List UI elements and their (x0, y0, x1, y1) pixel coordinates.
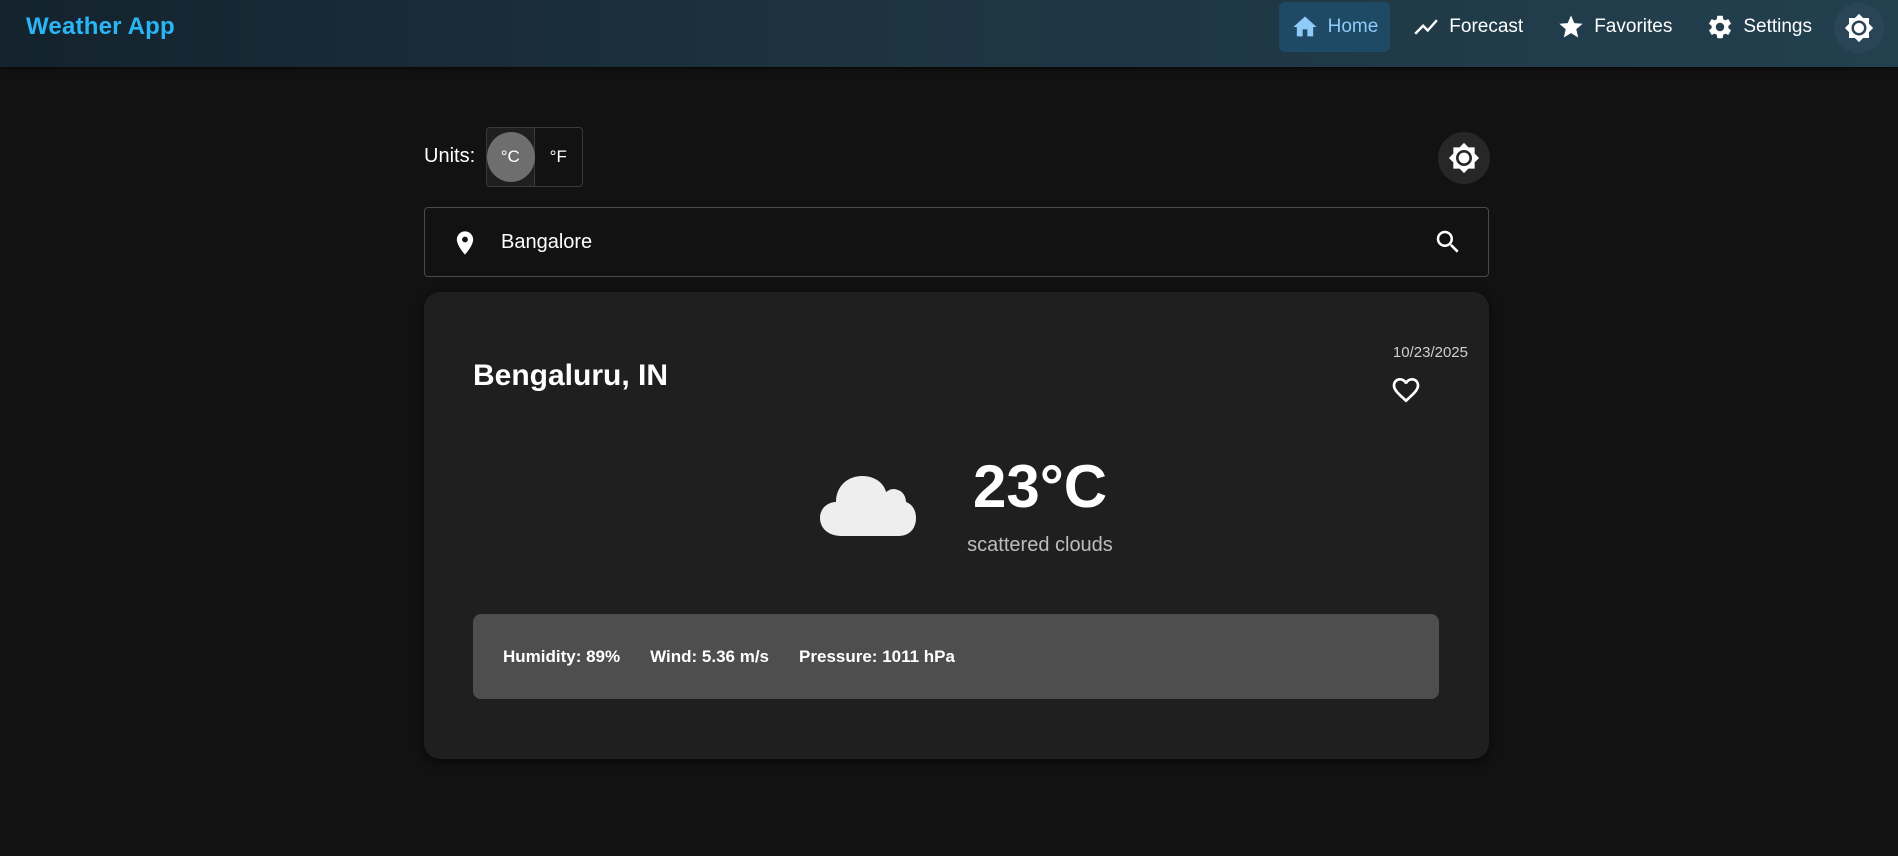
humidity-stat: Humidity: 89% (503, 646, 621, 666)
weather-date: 10/23/2025 (1392, 344, 1468, 361)
nav-theme-toggle-button[interactable] (1834, 2, 1884, 53)
gear-icon (1709, 15, 1732, 38)
unit-celsius-button[interactable]: °C (487, 128, 535, 186)
units-label: Units: (424, 145, 476, 167)
unit-celsius-label: °C (500, 147, 520, 166)
search-input[interactable] (501, 222, 1401, 262)
brightness-icon (1844, 13, 1874, 42)
trending-icon (1414, 18, 1438, 35)
weather-card: Bengaluru, IN 10/23/2025 23°C scattered … (424, 292, 1489, 759)
theme-toggle-button[interactable] (1438, 132, 1490, 184)
brightness-icon (1448, 142, 1480, 174)
cloud-icon (820, 476, 916, 536)
wind-stat: Wind: 5.36 m/s (650, 646, 770, 666)
nav-settings-label: Settings (1743, 15, 1812, 37)
location-search-field (424, 207, 1489, 277)
nav-forecast[interactable]: Forecast (1400, 2, 1535, 52)
star-icon (1559, 14, 1583, 38)
home-icon (1292, 16, 1317, 36)
nav-favorites[interactable]: Favorites (1545, 2, 1684, 52)
main-nav: Home Forecast Favorites Settings (1278, 0, 1898, 67)
unit-fahrenheit-button[interactable]: °F (535, 128, 583, 186)
search-icon[interactable] (1433, 227, 1463, 257)
unit-toggle-group: °C °F (486, 127, 583, 187)
temperature-value: 23°C (972, 453, 1108, 520)
location-pin-icon (456, 231, 474, 255)
weather-stats-bar: Humidity: 89% Wind: 5.36 m/s Pressure: 1… (473, 614, 1439, 699)
nav-favorites-label: Favorites (1594, 15, 1673, 37)
pressure-stat: Pressure: 1011 hPa (799, 646, 955, 666)
app-title[interactable]: Weather App (26, 13, 175, 41)
city-name: Bengaluru, IN (473, 359, 669, 392)
weather-description: scattered clouds (967, 534, 1113, 556)
nav-home[interactable]: Home (1278, 1, 1391, 52)
unit-fahrenheit-label: °F (549, 147, 567, 166)
nav-forecast-label: Forecast (1449, 15, 1524, 37)
heart-outline-icon[interactable] (1390, 374, 1422, 406)
nav-settings[interactable]: Settings (1694, 2, 1824, 52)
app-bar: Weather App Home Forecast Favorites Sett… (0, 0, 1898, 67)
nav-home-label: Home (1327, 15, 1379, 37)
